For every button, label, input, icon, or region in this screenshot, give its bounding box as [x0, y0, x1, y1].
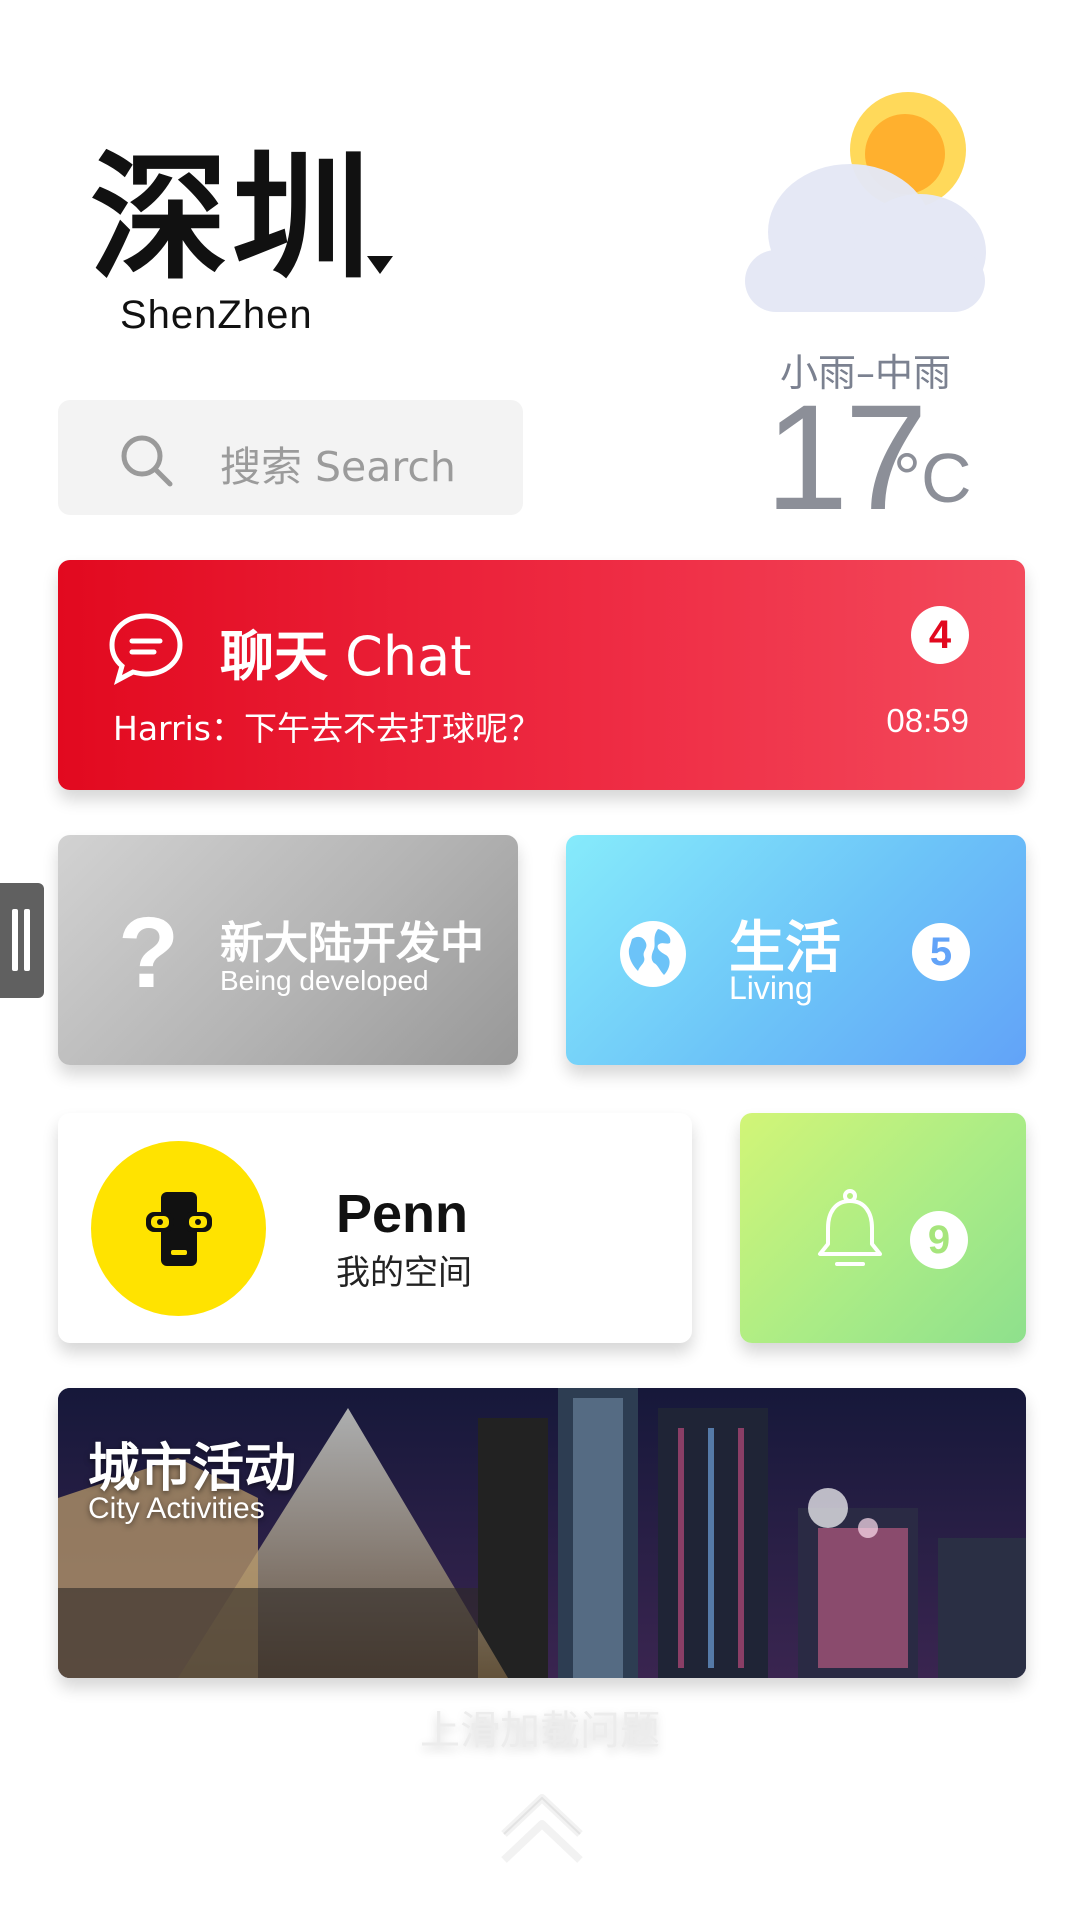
living-subtitle: Living — [729, 970, 813, 1006]
search-placeholder: 搜索 Search — [220, 443, 456, 491]
profile-name: Penn — [336, 1184, 469, 1244]
chat-title-cn: 聊天 — [220, 625, 328, 688]
question-mark-icon: ? — [118, 897, 180, 1009]
double-chevron-up-icon[interactable] — [498, 1790, 586, 1866]
avatar[interactable] — [91, 1141, 266, 1316]
city-activities-card[interactable]: 城市活动 City Activities — [58, 1388, 1026, 1678]
living-card[interactable]: 生活 Living 5 — [566, 835, 1026, 1065]
profile-card[interactable]: Penn 我的空间 — [58, 1113, 692, 1343]
temperature-unit: °C — [893, 439, 972, 517]
notifications-badge: 9 — [910, 1211, 968, 1269]
developing-title: 新大陆开发中 — [220, 918, 484, 969]
city-activities-title: 城市活动 — [88, 1439, 297, 1499]
city-name: 深圳 — [90, 138, 375, 299]
chat-title: 聊天 Chat — [220, 612, 471, 691]
handle-bar-icon — [12, 909, 18, 971]
developing-card[interactable]: ? 新大陆开发中 Being developed — [58, 835, 518, 1065]
living-badge: 5 — [912, 923, 970, 981]
developing-subtitle: Being developed — [220, 965, 429, 996]
chat-unread-badge: 4 — [911, 606, 969, 664]
city-activities-subtitle: City Activities — [88, 1492, 265, 1525]
chat-last-message: Harris：下午去不去打球呢？ — [113, 709, 541, 748]
handle-bar-icon — [24, 909, 30, 971]
load-more-hint: 上滑加载问题 — [420, 1708, 660, 1754]
bell-icon — [818, 1189, 882, 1266]
chat-timestamp: 08:59 — [886, 702, 969, 739]
city-name-en: ShenZhen — [120, 293, 313, 337]
chat-bubble-icon — [109, 613, 183, 685]
cloud-sun-icon — [745, 92, 986, 312]
chat-title-en: Chat — [345, 625, 472, 688]
chat-card[interactable]: 聊天 Chat Harris：下午去不去打球呢？ 08:59 4 — [58, 560, 1025, 790]
side-drawer-handle[interactable] — [0, 883, 44, 998]
notifications-card[interactable]: 9 — [740, 1113, 1026, 1343]
nerd-phone-icon — [145, 1191, 212, 1266]
globe-icon — [620, 921, 686, 987]
profile-subtitle: 我的空间 — [336, 1253, 472, 1293]
search-input[interactable]: 搜索 Search — [58, 400, 523, 515]
search-icon — [121, 435, 173, 487]
city-dropdown-icon[interactable] — [367, 256, 393, 274]
